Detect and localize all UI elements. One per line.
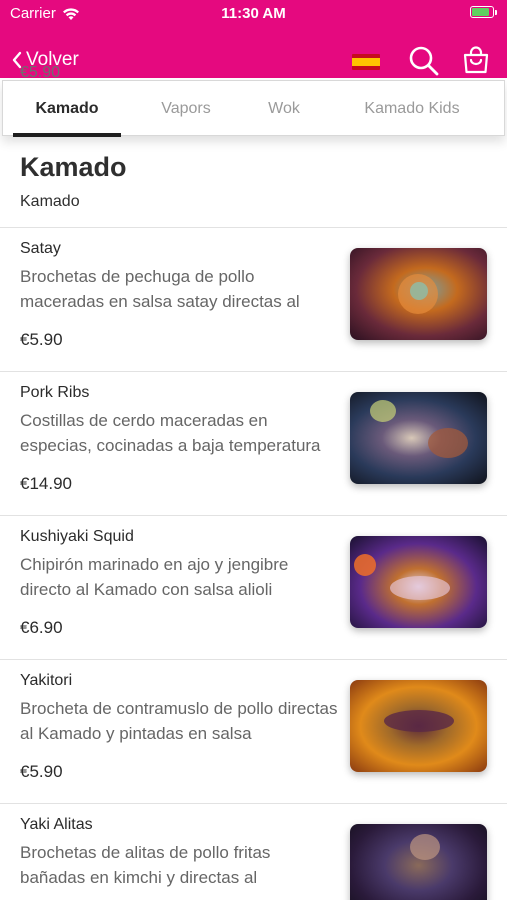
status-right: [470, 6, 497, 18]
divider: [0, 803, 507, 804]
photo-detail: [428, 428, 468, 458]
item-photo: [350, 824, 487, 900]
divider: [0, 371, 507, 372]
app-header: Carrier 11:30 AM €5.90 Volver: [0, 0, 507, 81]
tab-wok[interactable]: Wok: [241, 81, 327, 136]
menu-item-satay[interactable]: Satay Brochetas de pechuga de pollo mace…: [0, 240, 507, 370]
item-name: Yakitori: [20, 672, 73, 689]
photo-detail: [384, 710, 454, 732]
item-photo: [350, 248, 487, 340]
menu-screen: Carrier 11:30 AM €5.90 Volver Kamado Vap…: [0, 0, 507, 900]
tab-vapors[interactable]: Vapors: [131, 81, 241, 136]
item-description: Brochetas de alitas de pollo fritas baña…: [20, 843, 271, 887]
battery-icon: [470, 6, 494, 18]
item-name: Satay: [20, 240, 61, 257]
item-name: Yaki Alitas: [20, 816, 93, 833]
photo-detail: [410, 282, 428, 300]
divider: [0, 515, 507, 516]
divider: [0, 659, 507, 660]
tab-label: Wok: [268, 99, 300, 117]
cart-button[interactable]: [462, 46, 490, 74]
item-description: Costillas de cerdo maceradas en especias…: [20, 411, 321, 455]
active-tab-indicator: [13, 133, 121, 137]
battery-fill: [472, 8, 489, 16]
tab-kamado-kids[interactable]: Kamado Kids: [327, 81, 497, 136]
divider: [0, 227, 507, 228]
back-button[interactable]: Volver: [12, 49, 79, 71]
item-photo: [350, 680, 487, 772]
item-price: €6.90: [20, 618, 63, 637]
category-tabs: Kamado Vapors Wok Kamado Kids: [2, 80, 505, 137]
chevron-left-icon: [12, 51, 22, 69]
menu-item-pork-ribs[interactable]: Pork Ribs Costillas de cerdo maceradas e…: [0, 384, 507, 514]
photo-detail: [370, 400, 396, 422]
tab-label: Kamado: [35, 99, 99, 117]
photo-detail: [390, 576, 450, 600]
search-button[interactable]: [408, 46, 440, 76]
back-label: Volver: [26, 49, 79, 70]
battery-tip: [495, 9, 497, 15]
tab-label: Kamado Kids: [364, 99, 460, 117]
item-description: Brochetas de pechuga de pollo maceradas …: [20, 267, 300, 311]
tab-kamado[interactable]: Kamado: [3, 81, 131, 137]
tab-label: Vapors: [161, 99, 211, 117]
item-name: Pork Ribs: [20, 384, 90, 401]
spain-flag-icon[interactable]: [352, 54, 380, 70]
menu-item-kushiyaki-squid[interactable]: Kushiyaki Squid Chipirón marinado en ajo…: [0, 528, 507, 658]
item-description: Brocheta de contramuslo de pollo directa…: [20, 699, 338, 743]
item-photo: [350, 536, 487, 628]
search-icon: [409, 46, 439, 76]
menu-item-yakitori[interactable]: Yakitori Brocheta de contramuslo de poll…: [0, 672, 507, 802]
photo-detail: [410, 834, 440, 860]
status-time: 11:30 AM: [221, 5, 286, 22]
photo-detail: [354, 554, 376, 576]
item-description: Chipirón marinado en ajo y jengibre dire…: [20, 555, 289, 599]
shopping-bag-icon: [463, 46, 489, 74]
item-price: €5.90: [20, 330, 63, 349]
item-price: €14.90: [20, 474, 72, 493]
item-name: Kushiyaki Squid: [20, 528, 134, 545]
section-subtitle: Kamado: [20, 193, 80, 210]
item-photo: [350, 392, 487, 484]
section-title: Kamado: [20, 152, 127, 182]
item-price: €5.90: [20, 762, 63, 781]
menu-item-yaki-alitas[interactable]: Yaki Alitas Brochetas de alitas de pollo…: [0, 816, 507, 900]
